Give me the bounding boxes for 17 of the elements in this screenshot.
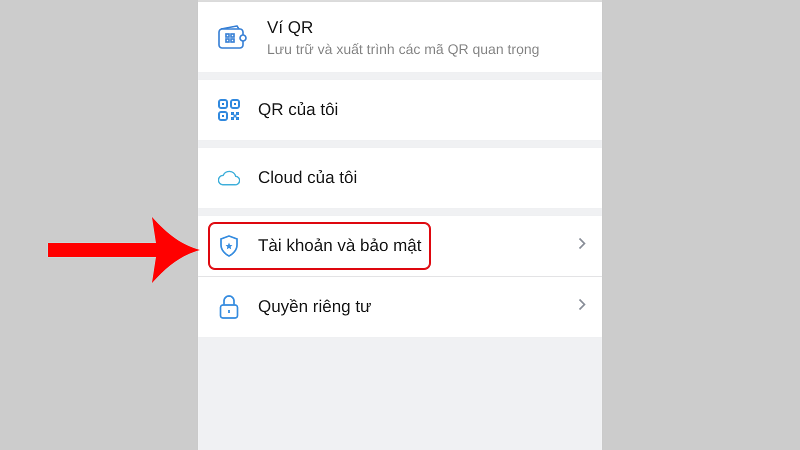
arrow-icon — [48, 215, 202, 285]
menu-item[interactable]: QR của tôi — [198, 80, 602, 140]
lock-icon — [219, 295, 239, 319]
wallet-icon — [217, 24, 247, 50]
cloud-icon — [218, 169, 240, 187]
item-title: QR của tôi — [258, 100, 338, 120]
menu-item[interactable]: Tài khoản và bảo mật — [198, 216, 602, 276]
menu-item[interactable]: Cloud của tôi — [198, 148, 602, 208]
shield-icon — [219, 235, 239, 257]
menu-item[interactable]: Ví QR Lưu trữ và xuất trình các mã QR quan trọng — [198, 2, 602, 72]
qr-code-icon — [218, 99, 240, 121]
item-title: Ví QR — [267, 18, 314, 38]
item-subtitle: Lưu trữ và xuất trình các mã QR quan trọng — [267, 40, 540, 56]
item-title: Quyền riêng tư — [258, 297, 372, 317]
item-title: Tài khoản và bảo mật — [258, 236, 422, 256]
menu-item[interactable]: Quyền riêng tư — [198, 276, 602, 337]
item-title: Cloud của tôi — [258, 168, 358, 188]
